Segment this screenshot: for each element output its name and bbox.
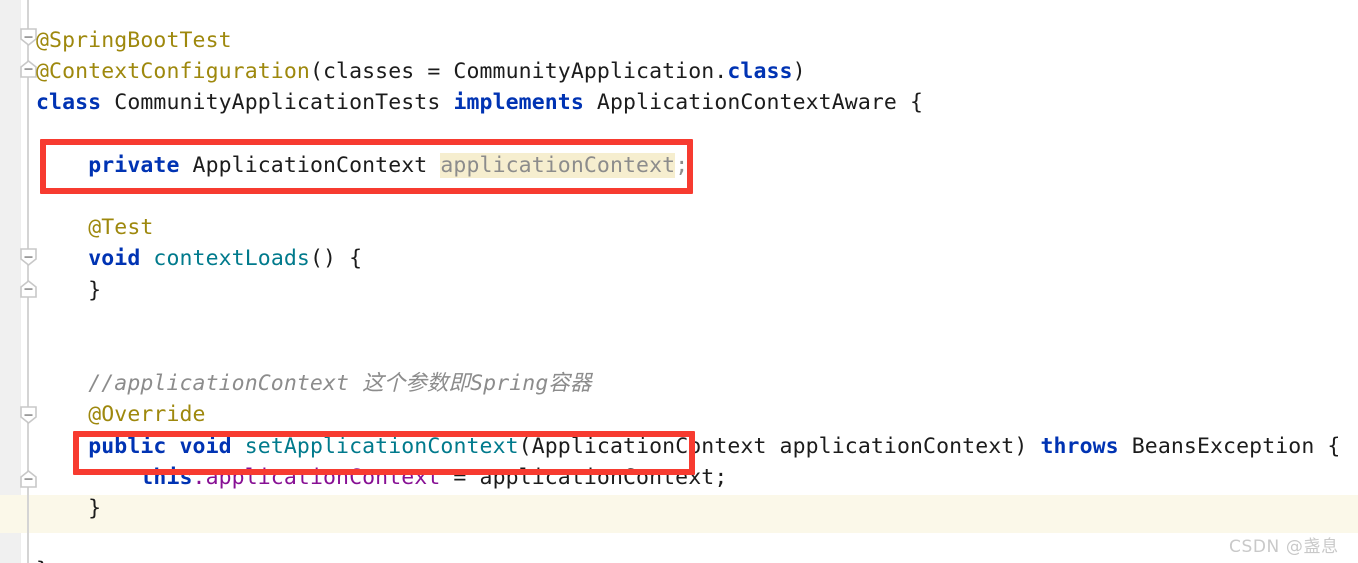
- code-content[interactable]: @SpringBootTest @ContextConfiguration(cla…: [0, 0, 1358, 563]
- code-line[interactable]: //applicationContext 这个参数即Spring容器: [36, 368, 592, 399]
- code-token-keyword: class: [727, 59, 793, 85]
- code-token-plain: }: [36, 496, 102, 521]
- code-token-keyword: class: [36, 90, 102, 116]
- code-token-annotation: @Override: [88, 402, 206, 428]
- code-line[interactable]: [36, 524, 49, 555]
- code-token-keyword: implements: [453, 90, 584, 116]
- code-line[interactable]: }: [36, 275, 101, 306]
- code-line[interactable]: @ContextConfiguration(classes = Communit…: [36, 56, 806, 87]
- field-declaration-highlight: [40, 139, 693, 194]
- code-token-plain: CommunityApplicationTests: [101, 90, 454, 116]
- code-token-plain: }: [36, 277, 102, 303]
- code-token-keyword: void: [88, 246, 141, 272]
- code-token-plain: ApplicationContextAware {: [583, 90, 924, 116]
- code-line[interactable]: @SpringBootTest: [36, 25, 232, 56]
- code-line[interactable]: @Override: [36, 399, 206, 430]
- code-token-keyword: throws: [1040, 433, 1119, 459]
- code-line[interactable]: void contextLoads() {: [36, 243, 362, 274]
- code-token-annotation: @ContextConfiguration: [36, 59, 310, 85]
- code-token-plain: BeansException {: [1118, 433, 1341, 459]
- code-token-annotation: @Test: [88, 215, 154, 241]
- code-token-plain: (classes = CommunityApplication.: [309, 59, 728, 85]
- code-token-plain: }: [36, 558, 49, 563]
- code-editor: @SpringBootTest @ContextConfiguration(cla…: [0, 0, 1358, 563]
- code-token-annotation: @SpringBootTest: [36, 28, 232, 53]
- code-line[interactable]: [36, 306, 49, 337]
- assignment-statement-highlight: [73, 431, 695, 475]
- code-line[interactable]: }: [36, 493, 101, 524]
- code-line[interactable]: @Test: [36, 212, 153, 243]
- code-token-comment: //applicationContext 这个参数即Spring容器: [88, 371, 592, 397]
- code-line[interactable]: }: [36, 555, 49, 563]
- csdn-watermark: CSDN @盏息: [1229, 537, 1339, 557]
- code-token-method: contextLoads: [153, 246, 310, 272]
- code-line[interactable]: class CommunityApplicationTests implemen…: [36, 87, 923, 118]
- code-token-plain: () {: [309, 246, 363, 272]
- code-token-plain: ): [792, 59, 806, 85]
- code-line[interactable]: [36, 337, 49, 368]
